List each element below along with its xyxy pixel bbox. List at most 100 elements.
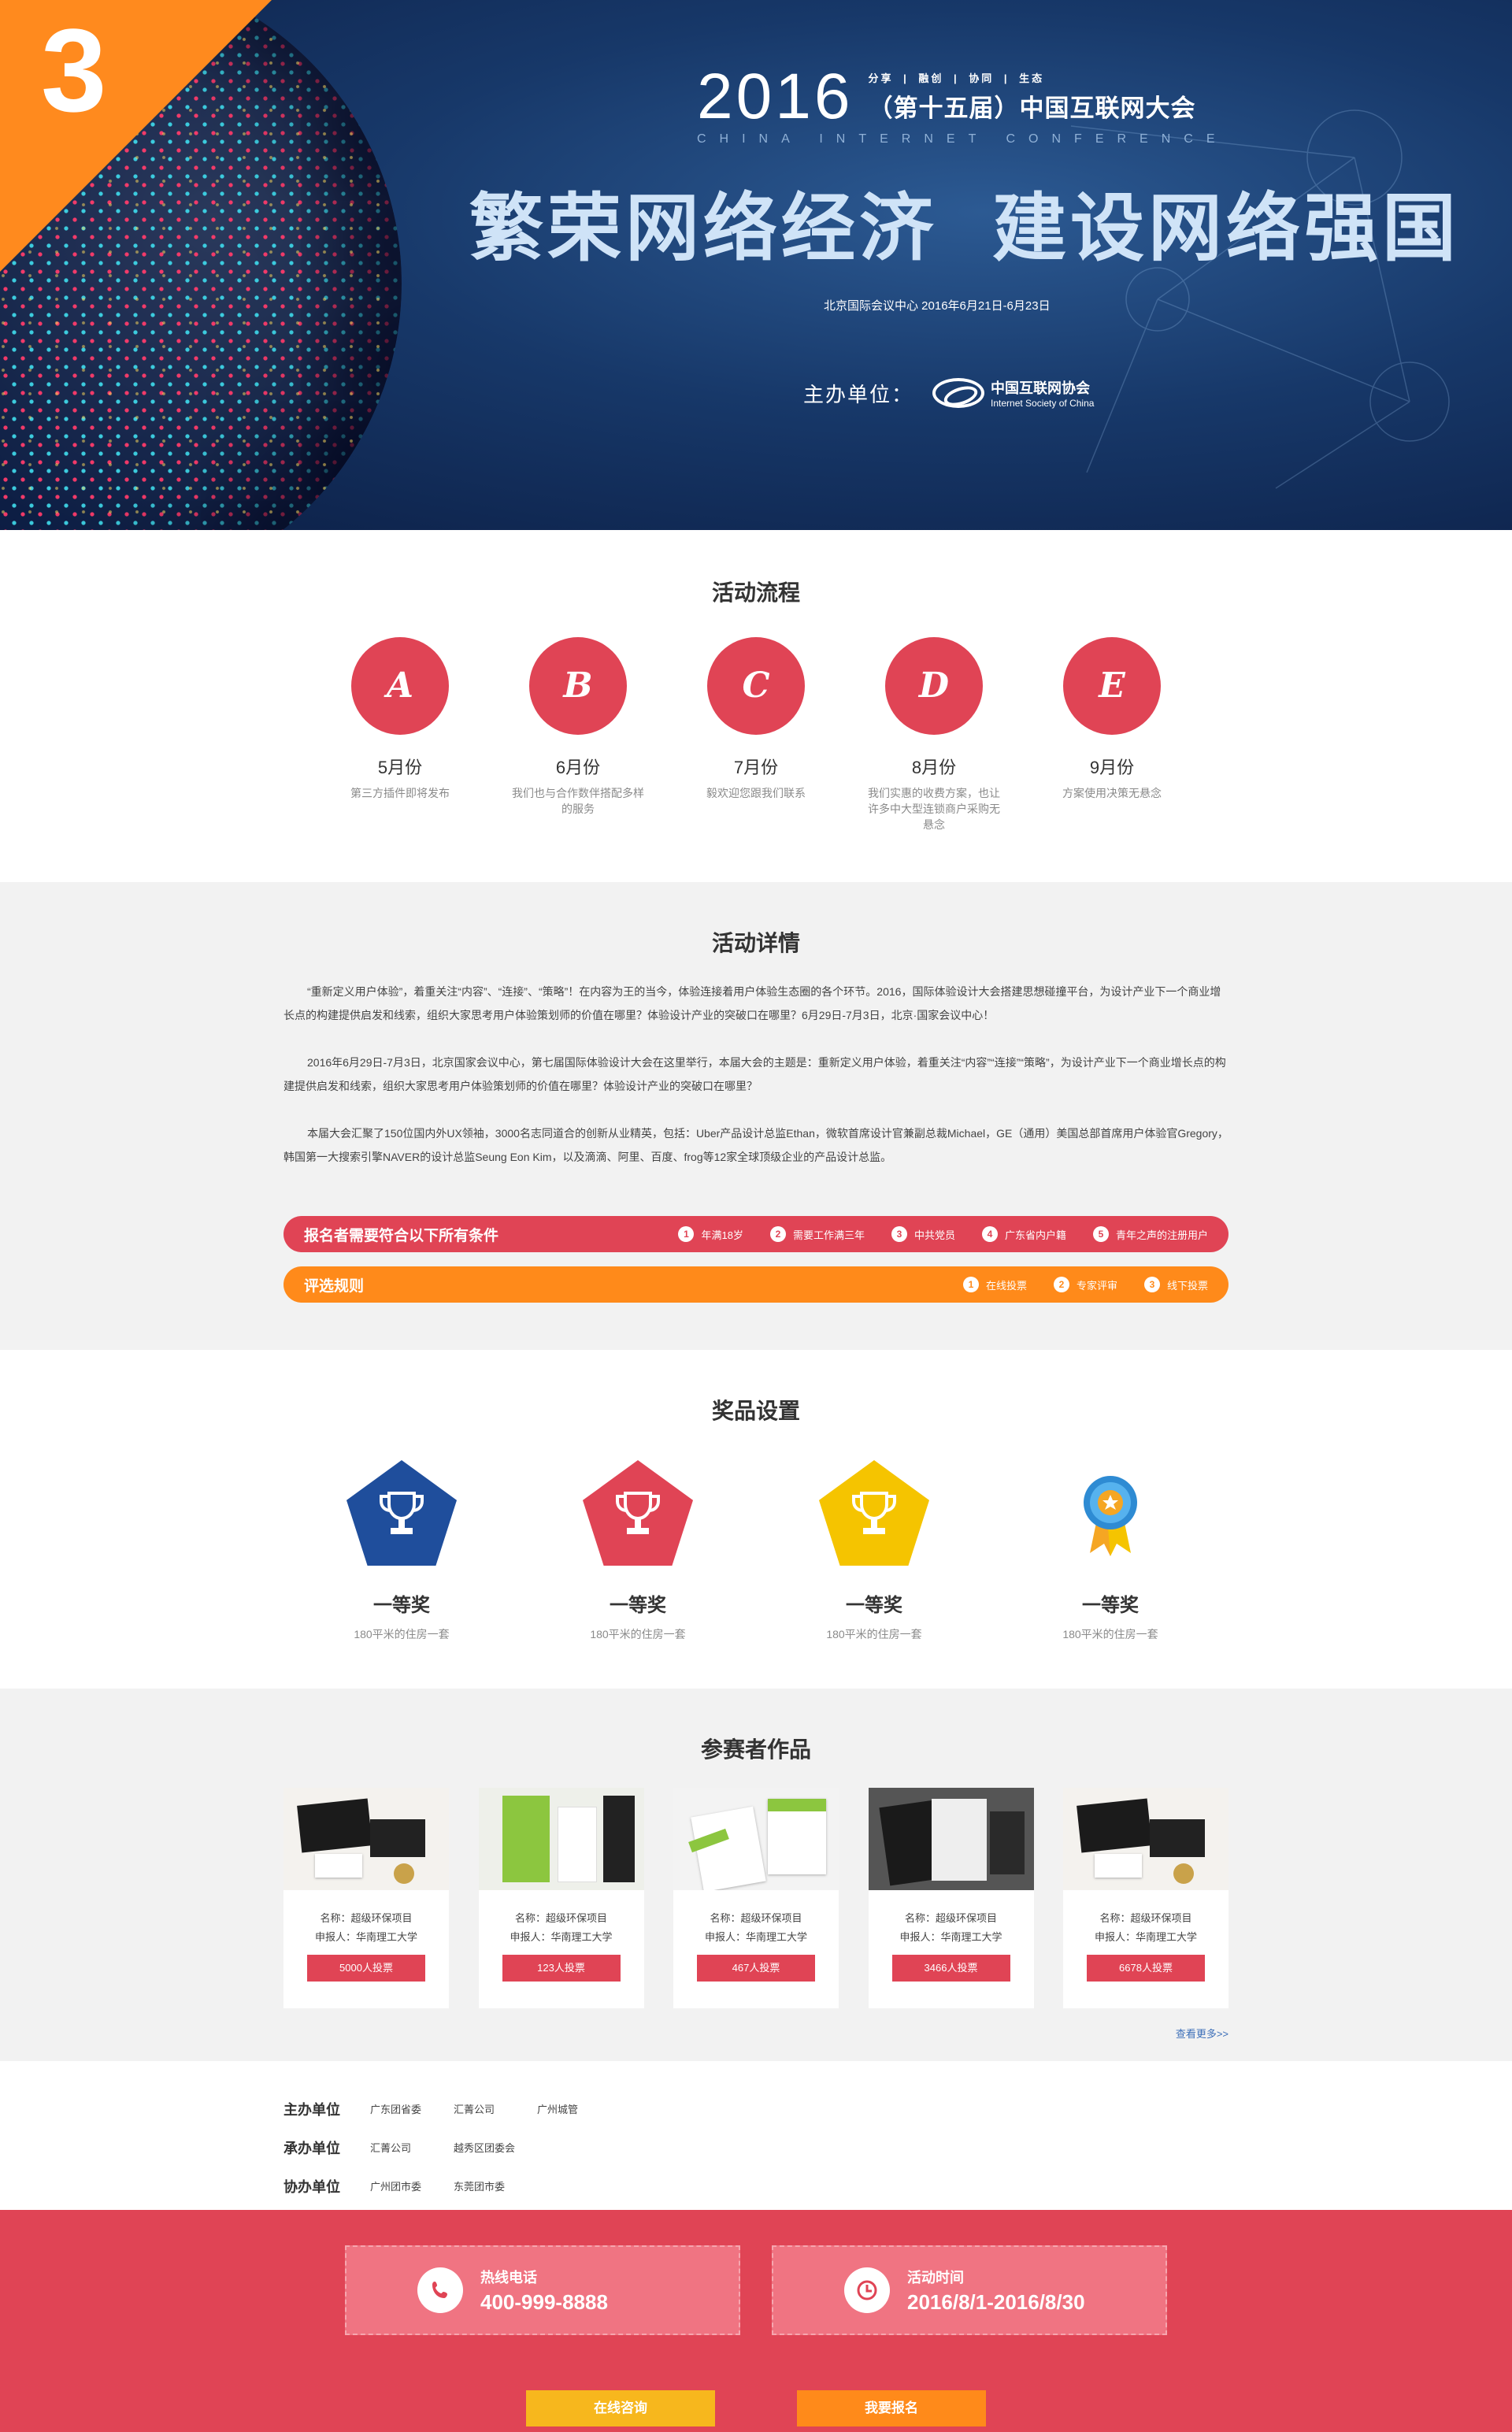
prize-card: 一等奖 180平米的住房一套 [323,1460,480,1642]
org-value: 汇菁公司 [370,2142,412,2154]
requirement-text: 青年之声的注册用户 [1115,1229,1208,1241]
work-card[interactable]: 名称：超级环保项目 申报人：华南理工大学 467人投票 [673,1788,839,2008]
org-value: 广州城管 [537,2104,579,2115]
number-badge: 2 [1053,1277,1069,1292]
number-badge: 3 [891,1226,907,1242]
hero-slogan: 繁荣网络经济 建设网络强国 [469,187,1460,269]
process-step: E 9月份 方案使用决策无悬念 [1035,637,1189,832]
process-steps: A 5月份 第三方插件即将发布 B 6月份 我们也与合作数伴搭配多样的服务 C … [323,637,1189,832]
rule-text: 在线投票 [985,1279,1027,1292]
rules-title: 评选规则 [304,1277,365,1295]
step-desc: 第三方插件即将发布 [350,787,450,799]
org-value: 越秀区团委会 [454,2142,516,2154]
work-image[interactable] [284,1788,449,1890]
section-title: 奖品设置 [711,1399,800,1423]
details-paragraph: 2016年6月29日-7月3日，北京国家会议中心，第七届国际体验设计大会在这里举… [284,1056,1226,1092]
vote-button[interactable]: 467人投票 [697,1955,815,1982]
requirement-text: 中共党员 [914,1229,955,1241]
prize-title: 一等奖 [1082,1595,1139,1616]
prize-card: 一等奖 180平米的住房一套 [1032,1460,1189,1642]
step-desc: 我们实惠的收费方案，也让许多中大型连锁商户采购无悬念 [868,787,1000,831]
host-logo: 中国互联网协会 Internet Society of China [932,377,1094,409]
requirement-text: 需要工作满三年 [792,1229,865,1241]
work-image[interactable] [478,1788,644,1890]
prize-card: 一等奖 180平米的住房一套 [795,1460,953,1642]
work-card[interactable]: 名称：超级环保项目 申报人：华南理工大学 6678人投票 [1063,1788,1228,2008]
prize-card: 一等奖 180平米的住房一套 [559,1460,717,1642]
step-circle: E [1063,637,1161,735]
signup-button[interactable]: 我要报名 [797,2390,986,2426]
org-row: 主办单位 广东团省委 汇菁公司 广州城管 [284,2089,1228,2128]
trophy-icon [380,1492,424,1534]
requirement-text: 年满18岁 [701,1229,743,1241]
details-section: 活动详情 “重新定义用户体验”，着重关注“内容”、“连接”、“策略”！在内容为王… [0,882,1512,1350]
work-image[interactable] [868,1788,1034,1890]
pentagon-badge [819,1460,929,1566]
prize-desc: 180平米的住房一套 [1062,1628,1158,1640]
rule-text: 线下投票 [1166,1279,1208,1292]
process-step: B 6月份 我们也与合作数伴搭配多样的服务 [501,637,655,832]
rule-item: 2 专家评审 [1053,1277,1117,1292]
step-desc: 我们也与合作数伴搭配多样的服务 [512,787,644,815]
vote-button[interactable]: 5000人投票 [307,1955,425,1982]
step-desc: 毅欢迎您跟我们联系 [706,787,806,799]
slogan-left: 繁荣网络经济 [469,187,938,269]
prize-desc: 180平米的住房一套 [354,1628,450,1640]
corner-number: 3 [41,4,107,136]
work-image[interactable] [1063,1788,1228,1890]
prize-title: 一等奖 [846,1595,902,1616]
prize-desc: 180平米的住房一套 [826,1628,922,1640]
org-row: 协办单位 广州团市委 东莞团市委 [284,2167,1228,2205]
pentagon-badge [346,1460,457,1566]
time-value: 2016/8/1-2016/8/30 [907,2289,1085,2314]
vote-button[interactable]: 123人投票 [502,1955,621,1982]
section-title: 活动详情 [711,931,800,955]
work-image[interactable] [673,1788,839,1890]
section-title: 活动流程 [711,580,800,605]
requirement-item: 2 需要工作满三年 [769,1226,865,1242]
vote-button[interactable]: 6678人投票 [1087,1955,1205,1982]
work-card[interactable]: 名称：超级环保项目 申报人：华南理工大学 123人投票 [478,1788,644,2008]
medal-badge [1055,1460,1166,1566]
number-badge: 2 [769,1226,786,1242]
organizers-section: 主办单位 广东团省委 汇菁公司 广州城管 承办单位 汇菁公司 越秀区团委会 协办… [0,2061,1512,2210]
step-month: 9月份 [1089,758,1135,777]
requirement-item: 3 中共党员 [891,1226,955,1242]
vote-button[interactable]: 3466人投票 [891,1955,1010,1982]
work-applicant: 申报人：华南理工大学 [704,1931,807,1943]
work-card[interactable]: 名称：超级环保项目 申报人：华南理工大学 5000人投票 [284,1788,449,2008]
venue-date: 北京国际会议中心 2016年6月21日-6月23日 [824,299,1051,313]
org-label: 主办单位 [284,2101,340,2118]
number-badge: 1 [962,1277,979,1292]
host-info: 主办单位： 中国互联网协会 Internet Society of China [803,377,1094,409]
number-badge: 1 [678,1226,695,1242]
requirement-item: 4 广东省内户籍 [981,1226,1066,1242]
trophy-icon [852,1492,896,1534]
section-title: 参赛者作品 [700,1737,811,1762]
conference-heading: 2016 分享 | 融创 | 协同 | 生态 （第十五届）中国互联网大会 CHI… [697,65,1228,146]
conference-name: （第十五届）中国互联网大会 [868,95,1196,122]
rules-bar: 评选规则 1 在线投票 2 专家评审 3 线下投票 [284,1266,1228,1303]
work-card[interactable]: 名称：超级环保项目 申报人：华南理工大学 3466人投票 [868,1788,1034,2008]
org-label: 承办单位 [284,2140,340,2156]
conference-english-name: CHINA INTERNET CONFERENCE [697,132,1228,146]
hotline-box: 热线电话 400-999-8888 [345,2245,740,2335]
view-more-link[interactable]: 查看更多>> [284,2026,1228,2041]
medal-icon [1084,1476,1137,1556]
details-paragraph: “重新定义用户体验”，着重关注“内容”、“连接”、“策略”！在内容为王的当今，体… [284,985,1221,1021]
org-label: 协办单位 [284,2178,340,2195]
work-name: 名称：超级环保项目 [320,1912,413,1924]
requirements-bar: 报名者需要符合以下所有条件 1 年满18岁 2 需要工作满三年 3 中共党员 4 广东省… [284,1216,1228,1252]
requirement-item: 1 年满18岁 [678,1226,743,1242]
prize-title: 一等奖 [373,1595,430,1616]
org-value: 广州团市委 [370,2181,422,2193]
process-step: C 7月份 毅欢迎您跟我们联系 [679,637,833,832]
conference-year: 2016 [697,61,854,132]
org-value: 汇菁公司 [454,2104,495,2115]
pentagon-badge [583,1460,693,1566]
hotline-label: 热线电话 [480,2269,537,2286]
online-consult-button[interactable]: 在线咨询 [526,2390,715,2426]
work-name: 名称：超级环保项目 [710,1912,802,1924]
clock-icon [844,2267,890,2313]
process-step: D 8月份 我们实惠的收费方案，也让许多中大型连锁商户采购无悬念 [857,637,1011,832]
